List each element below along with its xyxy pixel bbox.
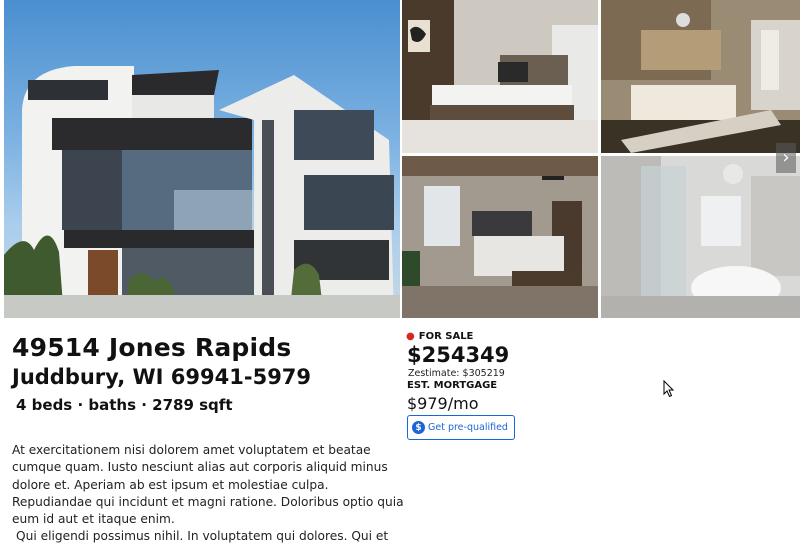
mortgage-value: $979/mo bbox=[407, 394, 479, 413]
listing-description: At exercitationem nisi dolorem amet volu… bbox=[12, 442, 404, 546]
photo-house-exterior[interactable] bbox=[4, 0, 400, 318]
mortgage-label: EST. MORTGAGE bbox=[407, 380, 498, 391]
zestimate: Zestimate: $305219 bbox=[408, 368, 505, 379]
prequal-label: Get pre-qualified bbox=[428, 422, 508, 433]
address-line-1: 49514 Jones Rapids bbox=[12, 333, 292, 362]
chevron-right-icon[interactable]: › bbox=[776, 143, 796, 173]
bedroom-image bbox=[601, 0, 800, 153]
photo-bedroom-1[interactable] bbox=[402, 0, 598, 153]
bedroom-image bbox=[402, 156, 598, 318]
status-dot-icon: ● bbox=[406, 331, 415, 342]
address-line-2: Juddbury, WI 69941-5979 bbox=[12, 365, 312, 389]
photo-bathroom[interactable] bbox=[601, 156, 800, 318]
dollar-icon: $ bbox=[412, 421, 425, 434]
description-paragraph: At exercitationem nisi dolorem amet volu… bbox=[12, 443, 404, 527]
photo-bedroom-3[interactable] bbox=[402, 156, 598, 318]
house-exterior-image bbox=[4, 66, 400, 318]
bedroom-image bbox=[402, 0, 598, 153]
get-prequalified-button[interactable]: $ Get pre-qualified bbox=[407, 415, 515, 440]
mouse-cursor-icon bbox=[663, 380, 675, 398]
bathroom-image bbox=[601, 156, 800, 318]
home-facts: 4 beds · baths · 2789 sqft bbox=[16, 396, 233, 414]
status-label: FOR SALE bbox=[418, 331, 474, 342]
listing-price: $254349 bbox=[407, 343, 510, 367]
photo-bedroom-2[interactable] bbox=[601, 0, 800, 153]
status-badge: ● FOR SALE bbox=[406, 331, 473, 342]
photo-gallery: › bbox=[0, 0, 800, 318]
description-paragraph: Qui eligendi possimus nihil. In voluptat… bbox=[16, 529, 389, 544]
